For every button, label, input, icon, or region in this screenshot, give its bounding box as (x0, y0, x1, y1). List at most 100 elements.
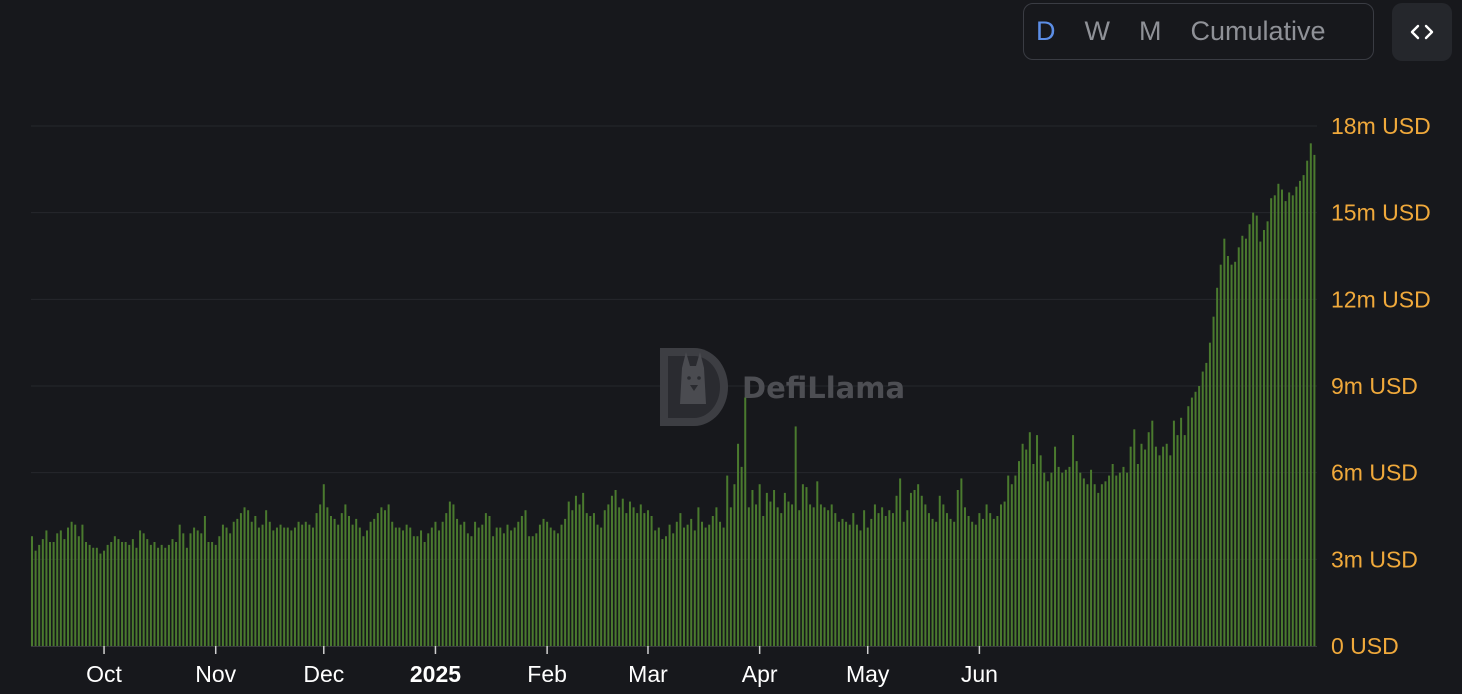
bar (981, 518, 984, 646)
bar (1165, 443, 1168, 646)
bar (135, 547, 138, 646)
bar (715, 507, 718, 646)
bar (1108, 475, 1111, 646)
bar (701, 521, 704, 646)
bar (650, 516, 653, 646)
x-tick-label: Oct (86, 661, 122, 687)
bar (315, 513, 318, 646)
bar (769, 501, 772, 646)
bar (949, 518, 952, 646)
bar (592, 513, 595, 646)
bar (1032, 464, 1035, 646)
bar (621, 498, 624, 646)
bar (618, 507, 621, 646)
bar (531, 536, 534, 646)
bar (809, 504, 812, 646)
bar (196, 530, 199, 646)
bar (502, 533, 505, 646)
bar (214, 544, 217, 646)
bar (293, 527, 296, 646)
bar (1244, 238, 1247, 647)
bar (1169, 455, 1172, 646)
bar (59, 530, 62, 646)
y-tick-label: 15m USD (1331, 200, 1431, 226)
bar (333, 518, 336, 646)
bar (855, 524, 858, 646)
x-tick-label: Jun (961, 661, 998, 687)
bar (52, 542, 55, 646)
bar (1216, 287, 1219, 646)
bar (113, 536, 116, 646)
bar (304, 521, 307, 646)
bar (567, 501, 570, 646)
bar (1003, 501, 1006, 646)
bar (560, 524, 563, 646)
bar (268, 521, 271, 646)
bar (117, 539, 120, 646)
bar (819, 504, 822, 646)
bar (603, 510, 606, 646)
bar (1086, 484, 1089, 646)
bar (1288, 192, 1291, 646)
bar (348, 516, 350, 646)
bar (985, 504, 988, 646)
tab-monthly[interactable]: M (1139, 3, 1162, 60)
bar (185, 547, 188, 646)
bar (542, 518, 545, 646)
bar (920, 495, 923, 646)
bar (773, 490, 776, 646)
bar (610, 495, 613, 646)
bar (704, 527, 707, 646)
tab-cumulative[interactable]: Cumulative (1190, 3, 1325, 60)
bar (956, 490, 959, 646)
bar (272, 530, 275, 646)
bar (409, 527, 412, 646)
bar (1039, 455, 1042, 646)
bar (524, 510, 527, 646)
bar (153, 542, 156, 646)
bar (405, 524, 408, 646)
bar (247, 510, 250, 646)
bar (1021, 443, 1024, 646)
bar (311, 527, 314, 646)
x-tick-label: Dec (303, 661, 344, 687)
bar (729, 507, 732, 646)
tab-daily[interactable]: D (1036, 3, 1056, 60)
bar (553, 530, 556, 646)
bar (250, 521, 253, 646)
bar (1183, 435, 1186, 646)
bar (1097, 492, 1100, 646)
bar (1302, 175, 1305, 647)
bar (1014, 475, 1017, 646)
bar (326, 507, 329, 646)
embed-code-button[interactable] (1392, 3, 1452, 61)
bar (596, 524, 599, 646)
bar (812, 507, 815, 646)
bar (1223, 238, 1226, 647)
bar (661, 539, 664, 646)
bar (438, 530, 441, 646)
bar (448, 501, 451, 646)
bar (398, 527, 401, 646)
tab-weekly[interactable]: W (1085, 3, 1110, 60)
bar (351, 524, 354, 646)
bar (787, 501, 790, 646)
bar (1010, 484, 1013, 646)
bar (499, 527, 502, 646)
bar (888, 510, 891, 646)
bar (124, 542, 127, 646)
bar (520, 516, 523, 646)
bar (229, 533, 232, 646)
bar (1115, 475, 1118, 646)
bar (938, 495, 941, 646)
bar (953, 521, 956, 646)
bar (870, 518, 873, 646)
bar (110, 542, 113, 646)
y-tick-label: 3m USD (1331, 546, 1418, 572)
bar (517, 521, 520, 646)
bar (203, 516, 206, 646)
bar (1133, 429, 1136, 646)
bar (1291, 195, 1294, 646)
bar (924, 504, 927, 646)
bar (816, 481, 819, 646)
